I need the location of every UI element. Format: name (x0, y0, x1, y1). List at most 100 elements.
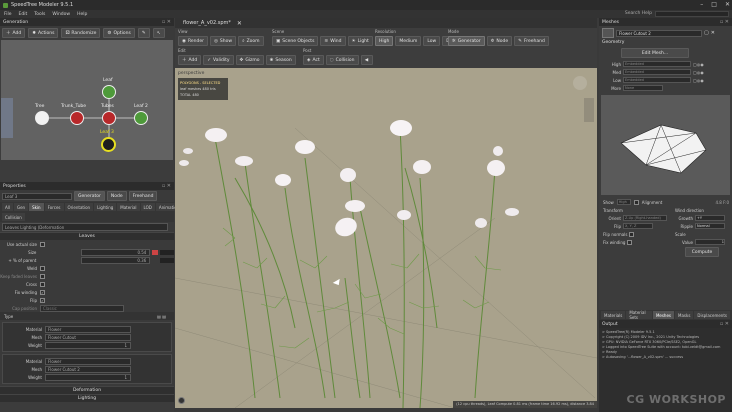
tree-node[interactable] (35, 111, 49, 125)
panel-float-close-icon[interactable]: ▫ ✕ (162, 19, 171, 25)
flower-bloom[interactable] (205, 128, 227, 142)
type1-mesh-select[interactable]: Flower Cutout (45, 333, 131, 341)
curve-preview-icon[interactable] (160, 257, 174, 263)
flower-bloom[interactable] (397, 210, 411, 220)
growth-select[interactable]: +Y (695, 215, 725, 221)
season-button[interactable]: ❀ Season (265, 55, 296, 65)
lod-low-field[interactable]: Embedded (623, 77, 691, 83)
mesh-fix-winding-checkbox[interactable] (627, 239, 633, 245)
freehand-mode-button[interactable]: ✎ Freehand (514, 36, 549, 46)
flower-bloom[interactable] (275, 174, 291, 186)
type-controls-icon[interactable]: ▤ ▤ (157, 314, 166, 319)
type1-weight-field[interactable]: 1 (45, 341, 131, 349)
lod-med-field[interactable]: Embedded (623, 69, 691, 75)
pick-tool-button[interactable]: ↖ (152, 28, 165, 38)
flip-checkbox[interactable]: ✓ (40, 297, 45, 303)
panel-float-close-icon[interactable]: ▫ ✕ (720, 321, 729, 327)
size-value-field[interactable]: 0.54 (81, 248, 151, 256)
back-button[interactable]: ◀ (360, 55, 373, 65)
flower-bloom[interactable] (295, 140, 315, 154)
menu-tools[interactable]: Tools (34, 12, 45, 17)
wind-button[interactable]: ≋ Wind (320, 36, 346, 46)
fix-winding-checkbox[interactable]: ✓ (40, 289, 45, 295)
flower-bloom[interactable] (493, 146, 503, 156)
tab-skin[interactable]: Skin (29, 203, 44, 211)
tubes-node[interactable] (102, 111, 116, 125)
light-button[interactable]: ☀ Light (347, 36, 373, 46)
close-icon[interactable]: ✕ (725, 1, 730, 8)
gizmo-button[interactable]: ✥ Gizmo (235, 55, 264, 65)
mode-generator-button[interactable]: Generator (74, 191, 105, 201)
lod-buttons-icon[interactable]: ▢◎◉ (693, 78, 704, 83)
ripple-select[interactable]: Normal (695, 223, 725, 229)
pen-tool-button[interactable]: ✎ (137, 28, 150, 38)
flip-select[interactable]: X, Y, Z (623, 223, 653, 229)
lod-buttons-icon[interactable]: ▢◎◉ (693, 70, 704, 75)
deformation-section-header[interactable]: Deformation (0, 386, 174, 394)
tab-all[interactable]: All (2, 203, 13, 211)
trunk-node[interactable] (70, 111, 84, 125)
tab-materials[interactable]: Materials (601, 311, 626, 319)
curve-indicator-icon[interactable] (152, 249, 159, 255)
property-filter-field[interactable]: Leaves Lighting (Deformation (2, 223, 168, 231)
tab-orientation[interactable]: Orientation (64, 203, 94, 211)
show-select[interactable]: High (616, 199, 631, 205)
mesh-select[interactable]: Flower Cutout 2 (616, 29, 702, 37)
flower-bloom[interactable] (475, 218, 487, 228)
mode-node-button[interactable]: Node (106, 191, 127, 201)
menu-window[interactable]: Window (52, 12, 70, 17)
menu-file[interactable]: File (4, 12, 12, 17)
options-button[interactable]: ⚙ Options (103, 28, 135, 38)
menu-edit[interactable]: Edit (19, 12, 28, 17)
edit-add-button[interactable]: ＋ Add (178, 55, 202, 65)
curve-preview-icon[interactable] (160, 249, 175, 255)
maximize-icon[interactable]: □ (711, 1, 717, 8)
search-input[interactable] (655, 11, 729, 17)
flower-bloom[interactable] (340, 168, 356, 182)
actions-button[interactable]: ✹ Actions (28, 28, 59, 38)
zoom-button[interactable]: ⌕ Zoom (238, 36, 264, 46)
3d-viewport[interactable]: perspective POLYGONS - SELECTED leaf mes… (175, 68, 597, 408)
cap-position-select[interactable]: Classic (40, 304, 124, 312)
flower-bloom[interactable] (413, 160, 431, 174)
mesh-remove-icon[interactable]: ✕ (711, 30, 715, 36)
tab-meshes[interactable]: Meshes (652, 311, 675, 319)
tab-material-sets[interactable]: Material Sets (626, 310, 652, 320)
collision-button[interactable]: ◌ Collision (325, 55, 359, 65)
randomize-button[interactable]: ⚄ Randomize (61, 28, 101, 38)
scale-value-field[interactable]: 1 (695, 239, 725, 245)
add-button[interactable]: ＋ Add (2, 28, 26, 38)
render-button[interactable]: ◉ Render (178, 36, 208, 46)
type2-weight-field[interactable]: 1 (45, 373, 131, 381)
res-low-button[interactable]: Low (423, 36, 441, 46)
flower-bloom[interactable] (505, 208, 519, 216)
use-actual-size-checkbox[interactable] (40, 241, 45, 247)
mesh-preview[interactable] (601, 95, 730, 195)
tab-collision[interactable]: Collision (2, 213, 25, 221)
leaf-2-node[interactable] (134, 111, 148, 125)
viewport-menu-icon[interactable] (178, 397, 185, 404)
tab-displacements[interactable]: Displacements (694, 311, 730, 319)
percent-parent-field[interactable]: 0.36 (81, 256, 151, 264)
scene-objects-button[interactable]: ▣ Scene Objects (272, 36, 319, 46)
flower-bloom[interactable] (345, 200, 365, 212)
object-name-field[interactable]: Leaf 3 (2, 192, 72, 200)
tab-gen[interactable]: Gen (13, 203, 29, 211)
compute-button[interactable]: Compute (685, 247, 719, 257)
menu-help[interactable]: Help (77, 12, 87, 17)
lighting-section-header[interactable]: Lighting (0, 394, 174, 402)
alignment-checkbox[interactable] (633, 199, 639, 205)
minimize-icon[interactable]: – (700, 1, 703, 8)
node-mode-button[interactable]: ✲ Node (486, 36, 513, 46)
close-tab-icon[interactable]: ✕ (237, 20, 242, 27)
generation-graph[interactable]: Tree Trunk_Tube Tubes Leaf Leaf 2 Leaf 3 (1, 40, 173, 160)
validity-button[interactable]: ✓ Validity (203, 55, 234, 65)
document-tab[interactable]: flower_A_v02.spm* (183, 20, 231, 26)
act-button[interactable]: ◈ Act (303, 55, 324, 65)
cross-checkbox[interactable] (40, 281, 45, 287)
lod-buttons-icon[interactable]: ▢◎◉ (693, 62, 704, 67)
keep-faded-checkbox[interactable] (40, 273, 45, 279)
generator-mode-button[interactable]: ✲ Generator (448, 36, 485, 46)
leaf-3-node[interactable] (101, 137, 116, 152)
type1-material-select[interactable]: Flower (45, 325, 131, 333)
